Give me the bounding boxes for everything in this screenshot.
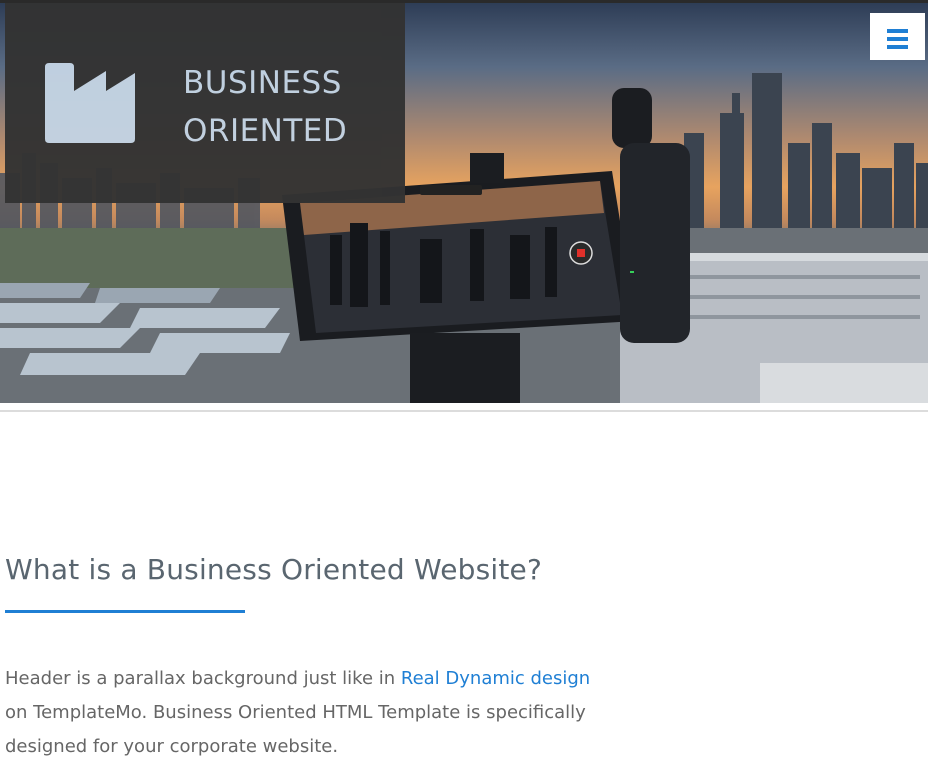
hero-bottom-gap [0, 403, 928, 410]
paragraph-text-before: Header is a parallax background just lik… [5, 668, 401, 689]
menu-button[interactable] [870, 13, 925, 60]
brand-line-2: ORIENTED [183, 113, 348, 149]
intro-section: What is a Business Oriented Website? Hea… [5, 548, 605, 757]
brand-line-1: BUSINESS [183, 65, 342, 101]
real-dynamic-design-link[interactable]: Real Dynamic design [401, 668, 590, 689]
brand-name: BUSINESS ORIENTED [183, 59, 398, 155]
paragraph-text-after: on TemplateMo. Business Oriented HTML Te… [5, 702, 586, 757]
factory-icon [45, 63, 135, 143]
section-paragraph: Header is a parallax background just lik… [5, 662, 595, 764]
section-heading: What is a Business Oriented Website? [5, 553, 543, 586]
divider [0, 410, 928, 412]
heading-underline [5, 610, 245, 613]
brand-logo-box[interactable]: BUSINESS ORIENTED [5, 3, 405, 203]
